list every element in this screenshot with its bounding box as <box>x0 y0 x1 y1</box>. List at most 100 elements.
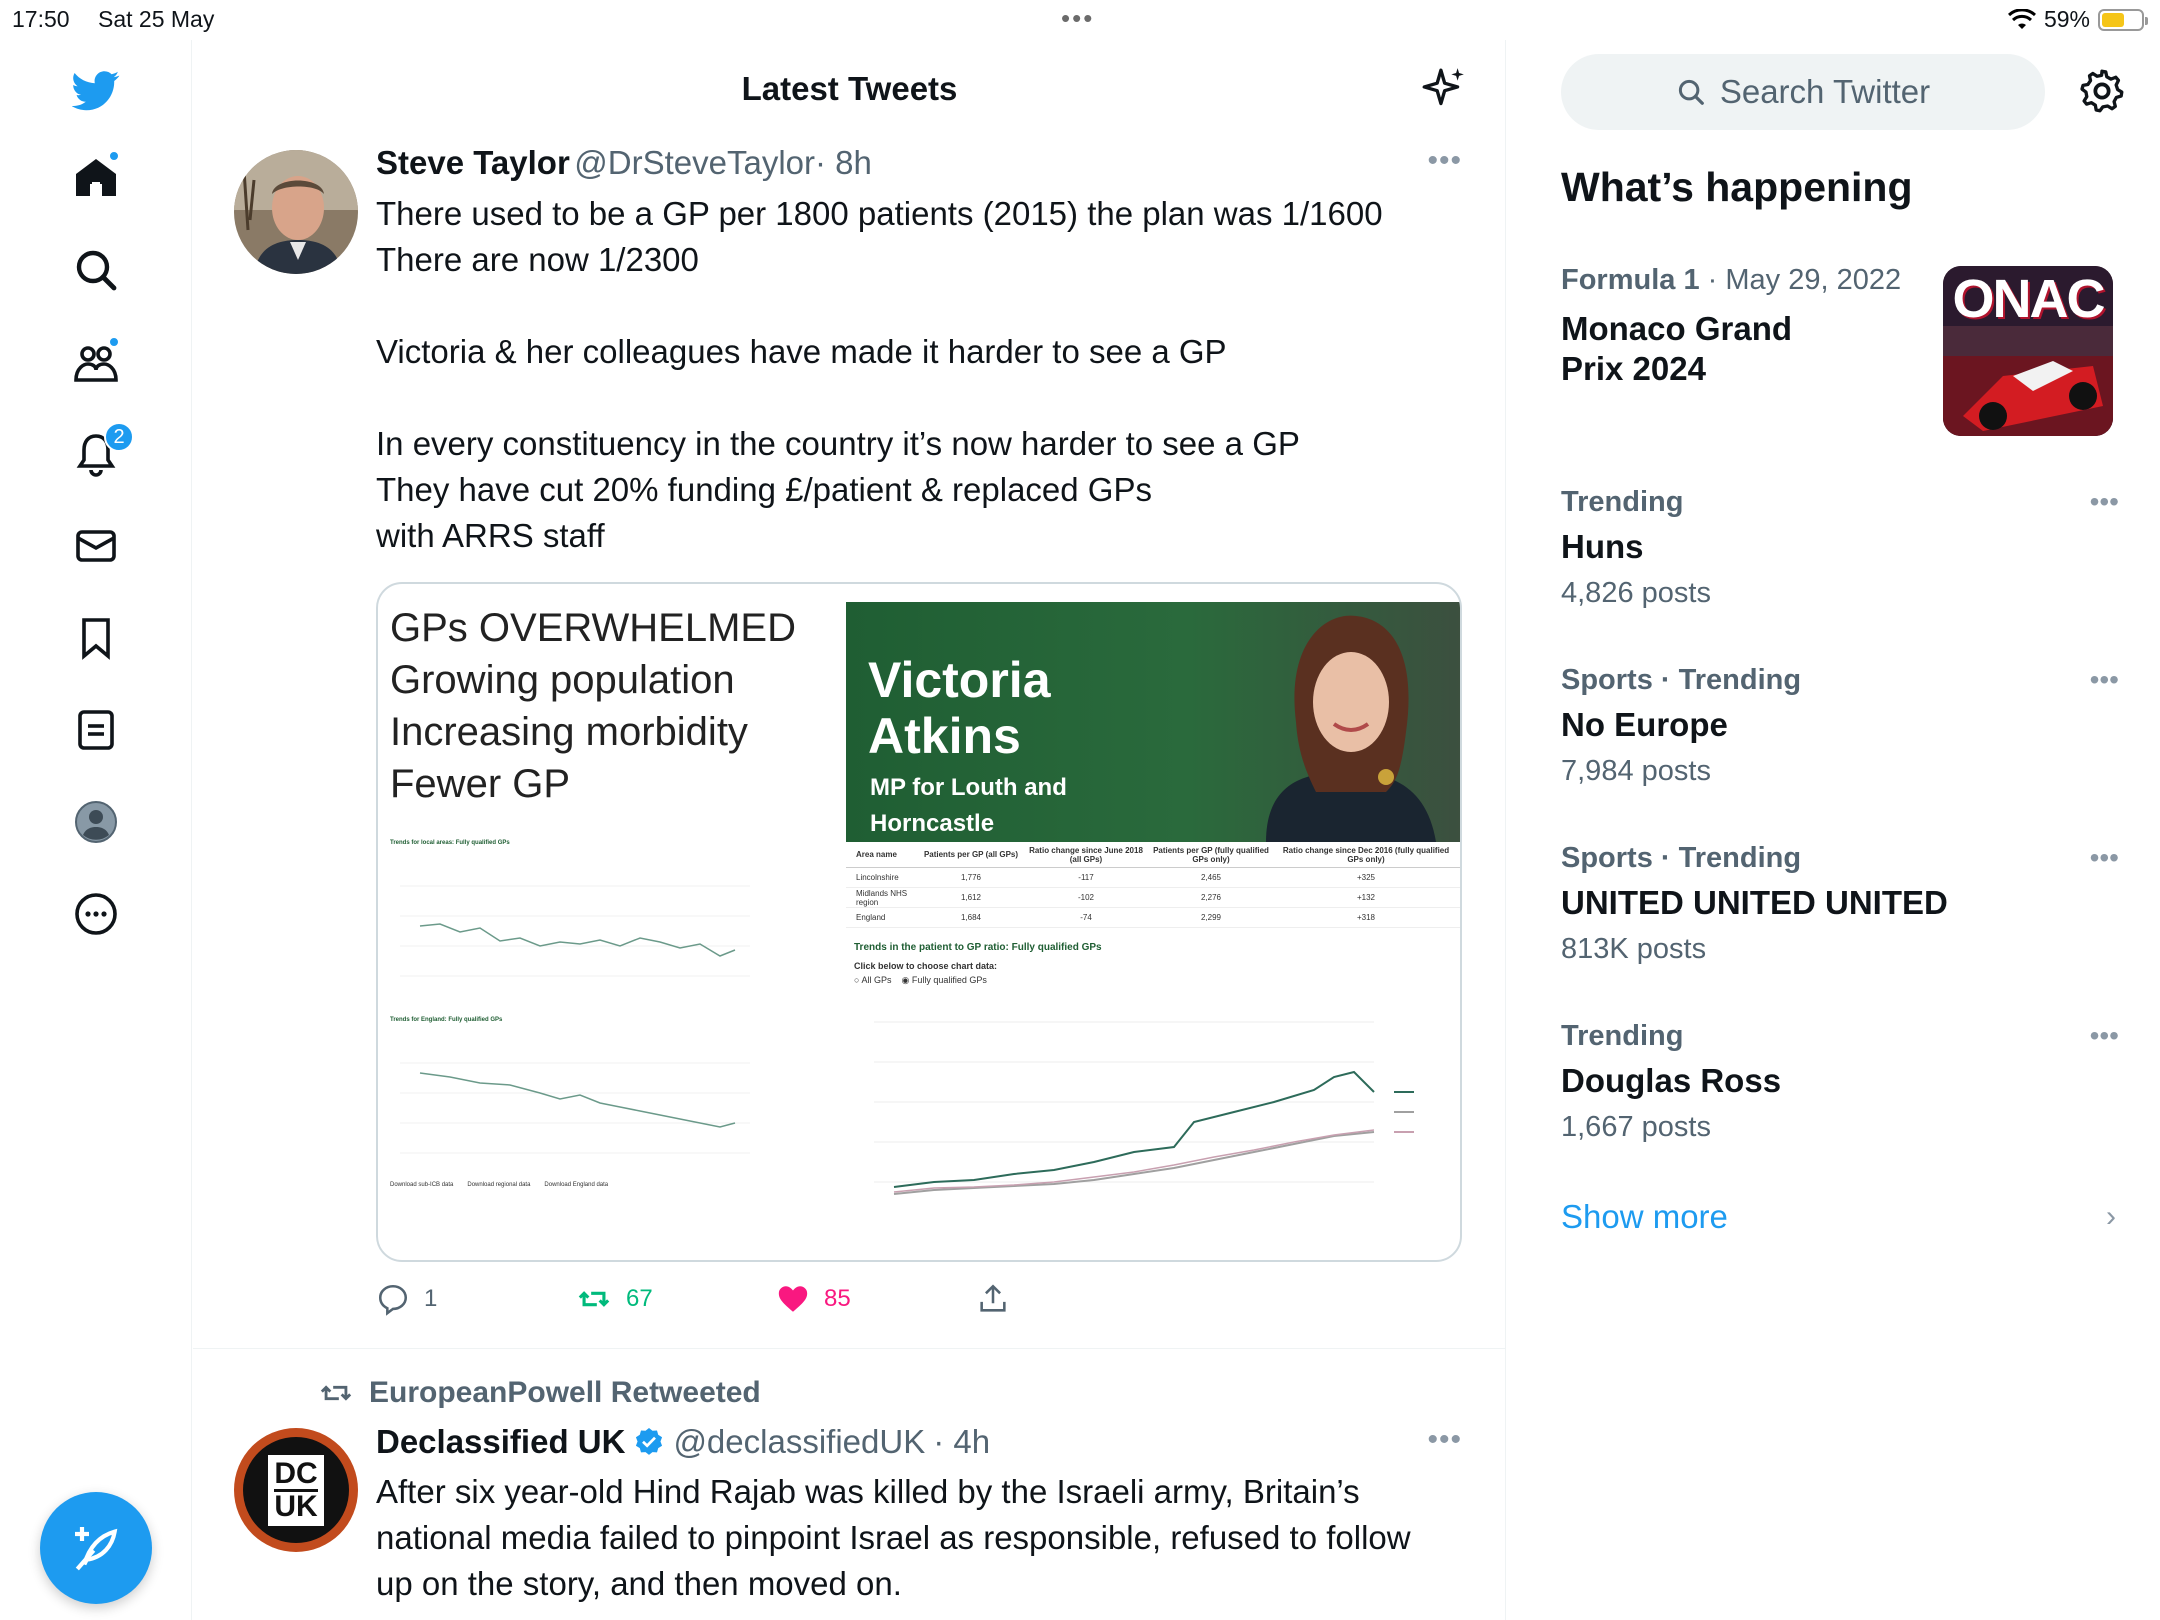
media-table: Area name Patients per GP (all GPs) Rati… <box>846 842 1460 932</box>
chart-instruction: Click below to choose chart data: <box>854 961 998 971</box>
reply-icon <box>378 1284 408 1316</box>
bookmarks-icon[interactable] <box>66 608 126 668</box>
avatar[interactable]: DC UK <box>234 1428 358 1552</box>
avatar-logo: DC UK <box>268 1454 324 1526</box>
trend-count: 1,667 posts <box>1561 1111 1711 1143</box>
communities-icon[interactable] <box>66 332 126 392</box>
banner-name: Victoria Atkins <box>868 652 1051 764</box>
reply-button[interactable]: 1 <box>376 1282 437 1316</box>
like-button[interactable]: 85 <box>776 1282 851 1316</box>
tweet-body: After six year-old Hind Rajab was killed… <box>376 1469 1486 1607</box>
trend-more-icon[interactable]: ••• <box>2090 1020 2119 1052</box>
download-link[interactable]: Download England data <box>544 1182 608 1188</box>
more-icon[interactable] <box>66 884 126 944</box>
search-icon <box>1678 79 1704 105</box>
share-button[interactable] <box>976 1282 1010 1316</box>
lists-icon[interactable] <box>66 700 126 760</box>
table-cell: England <box>856 913 886 922</box>
table-header-cell: Ratio change since June 2018 (all GPs) <box>1029 845 1143 864</box>
media-small-charts: Trends for local areas: Fully qualified … <box>390 840 830 1240</box>
event-image-text: ONAC <box>1952 269 2106 329</box>
chart-option-qualified[interactable]: ◉ Fully qualified GPs <box>901 975 986 986</box>
event-date: · May 29, 2022 <box>1707 264 1902 296</box>
tweet-actions: 1 67 85 <box>376 1282 1462 1332</box>
tweet-body: There used to be a GP per 1800 patients … <box>376 191 1466 559</box>
table-cell: 1,684 <box>960 913 982 922</box>
multitasking-dots-icon[interactable]: ••• <box>1061 5 1094 31</box>
avatar-inner: DC UK <box>243 1437 349 1543</box>
event-category: Formula 1 <box>1561 264 1700 296</box>
settings-gear-icon[interactable] <box>2077 66 2127 116</box>
tweet-media-image[interactable]: GPs OVERWHELMED Growing population Incre… <box>376 582 1462 1262</box>
author-handle[interactable]: @declassifiedUK <box>673 1423 925 1461</box>
show-more-link[interactable]: Show more <box>1561 1198 1728 1236</box>
banner-sub-line: MP for Louth and <box>870 774 1067 801</box>
like-count: 85 <box>824 1285 851 1312</box>
notifications-icon[interactable]: 2 <box>66 422 134 484</box>
table-cell: 1,776 <box>960 873 982 882</box>
verified-badge-icon <box>636 1428 663 1455</box>
author-handle[interactable]: @DrSteveTaylor <box>574 144 815 181</box>
home-icon[interactable] <box>66 148 126 208</box>
search-icon[interactable] <box>66 240 126 300</box>
avatar[interactable] <box>234 150 358 274</box>
trend-item[interactable]: Sports · Trending No Europe 7,984 posts … <box>1561 664 2121 788</box>
table-cell: 2,465 <box>1200 873 1222 882</box>
trend-more-icon[interactable]: ••• <box>2090 664 2119 696</box>
trend-meta: Sports · Trending <box>1561 664 1802 696</box>
timeline-column: Latest Tweets Steve Taylor @DrSteveTaylo… <box>193 40 1506 1620</box>
download-links: Download sub-ICB data Download regional … <box>390 1182 830 1188</box>
profile-icon[interactable] <box>66 792 126 852</box>
download-link[interactable]: Download sub-ICB data <box>390 1182 453 1188</box>
trend-meta: Sports · Trending <box>1561 842 1802 874</box>
notification-badge: 2 <box>104 422 134 452</box>
trend-topic: Huns <box>1561 528 1644 565</box>
retweet-button[interactable]: 67 <box>576 1282 653 1316</box>
search-input[interactable]: Search Twitter <box>1561 54 2045 130</box>
avatar-logo-line: UK <box>274 1488 318 1523</box>
trend-more-icon[interactable]: ••• <box>2090 486 2119 518</box>
tweet-time[interactable]: · 4h <box>933 1423 990 1461</box>
messages-icon[interactable] <box>66 516 126 576</box>
event-image[interactable]: ONAC <box>1943 266 2113 436</box>
retweet-context: EuropeanPowell Retweeted <box>317 1376 761 1410</box>
table-cell: -117 <box>1078 873 1094 882</box>
tweet-line: with ARRS staff <box>376 517 605 554</box>
banner-name-line: Atkins <box>868 708 1021 764</box>
trend-more-icon[interactable]: ••• <box>2090 842 2119 874</box>
banner-sub-line: Horncastle <box>870 810 995 837</box>
tweet-line: After six year-old Hind Rajab was killed… <box>376 1473 1360 1510</box>
table-cell: Lincolnshire <box>856 873 899 882</box>
tweet-more-icon[interactable]: ••• <box>1427 144 1462 178</box>
tweet-more-icon[interactable]: ••• <box>1427 1423 1462 1457</box>
tweet-header: Steve Taylor @DrSteveTaylor· 8h <box>376 144 872 182</box>
author-name[interactable]: Steve Taylor <box>376 144 570 181</box>
trend-item[interactable]: Trending Huns 4,826 posts ••• <box>1561 486 2121 610</box>
status-bar: 17:50 Sat 25 May ••• 59% <box>0 0 2160 40</box>
sparkle-icon[interactable] <box>1418 64 1468 114</box>
media-title-line: GPs OVERWHELMED <box>390 606 796 650</box>
timeline-header: Latest Tweets <box>193 40 1506 130</box>
trend-item[interactable]: Trending Douglas Ross 1,667 posts ••• <box>1561 1020 2121 1144</box>
trend-meta: Trending <box>1561 1020 1684 1052</box>
tweet-line: In every constituency in the country it’… <box>376 425 1300 462</box>
trend-item[interactable]: Sports · Trending UNITED UNITED UNITED 8… <box>1561 842 2121 966</box>
compose-tweet-button[interactable] <box>40 1492 152 1604</box>
tweet-divider <box>193 1348 1506 1349</box>
table-header-cell: Ratio change since Dec 2016 (fully quali… <box>1282 845 1450 864</box>
retweeted-by[interactable]: EuropeanPowell Retweeted <box>369 1376 761 1410</box>
download-link[interactable]: Download regional data <box>467 1182 530 1188</box>
table-header-cell: Patients per GP (fully qualified GPs onl… <box>1153 845 1269 864</box>
whats-happening-title: What’s happening <box>1561 164 1913 210</box>
table-cell: +325 <box>1356 873 1376 882</box>
home-new-dot <box>108 150 120 162</box>
twitter-logo-icon[interactable] <box>66 60 126 120</box>
tweet-time[interactable]: · 8h <box>815 144 872 181</box>
chart-option-all[interactable]: ○ All GPs <box>854 975 891 986</box>
chevron-right-icon[interactable]: › <box>2106 1200 2116 1234</box>
retweet-count: 67 <box>626 1285 653 1312</box>
author-name[interactable]: Declassified UK <box>376 1423 625 1461</box>
banner-subtitle: MP for Louth and Horncastle <box>870 770 1067 842</box>
tweet-line: There used to be a GP per 1800 patients … <box>376 195 1383 232</box>
retweet-icon <box>578 1291 610 1307</box>
